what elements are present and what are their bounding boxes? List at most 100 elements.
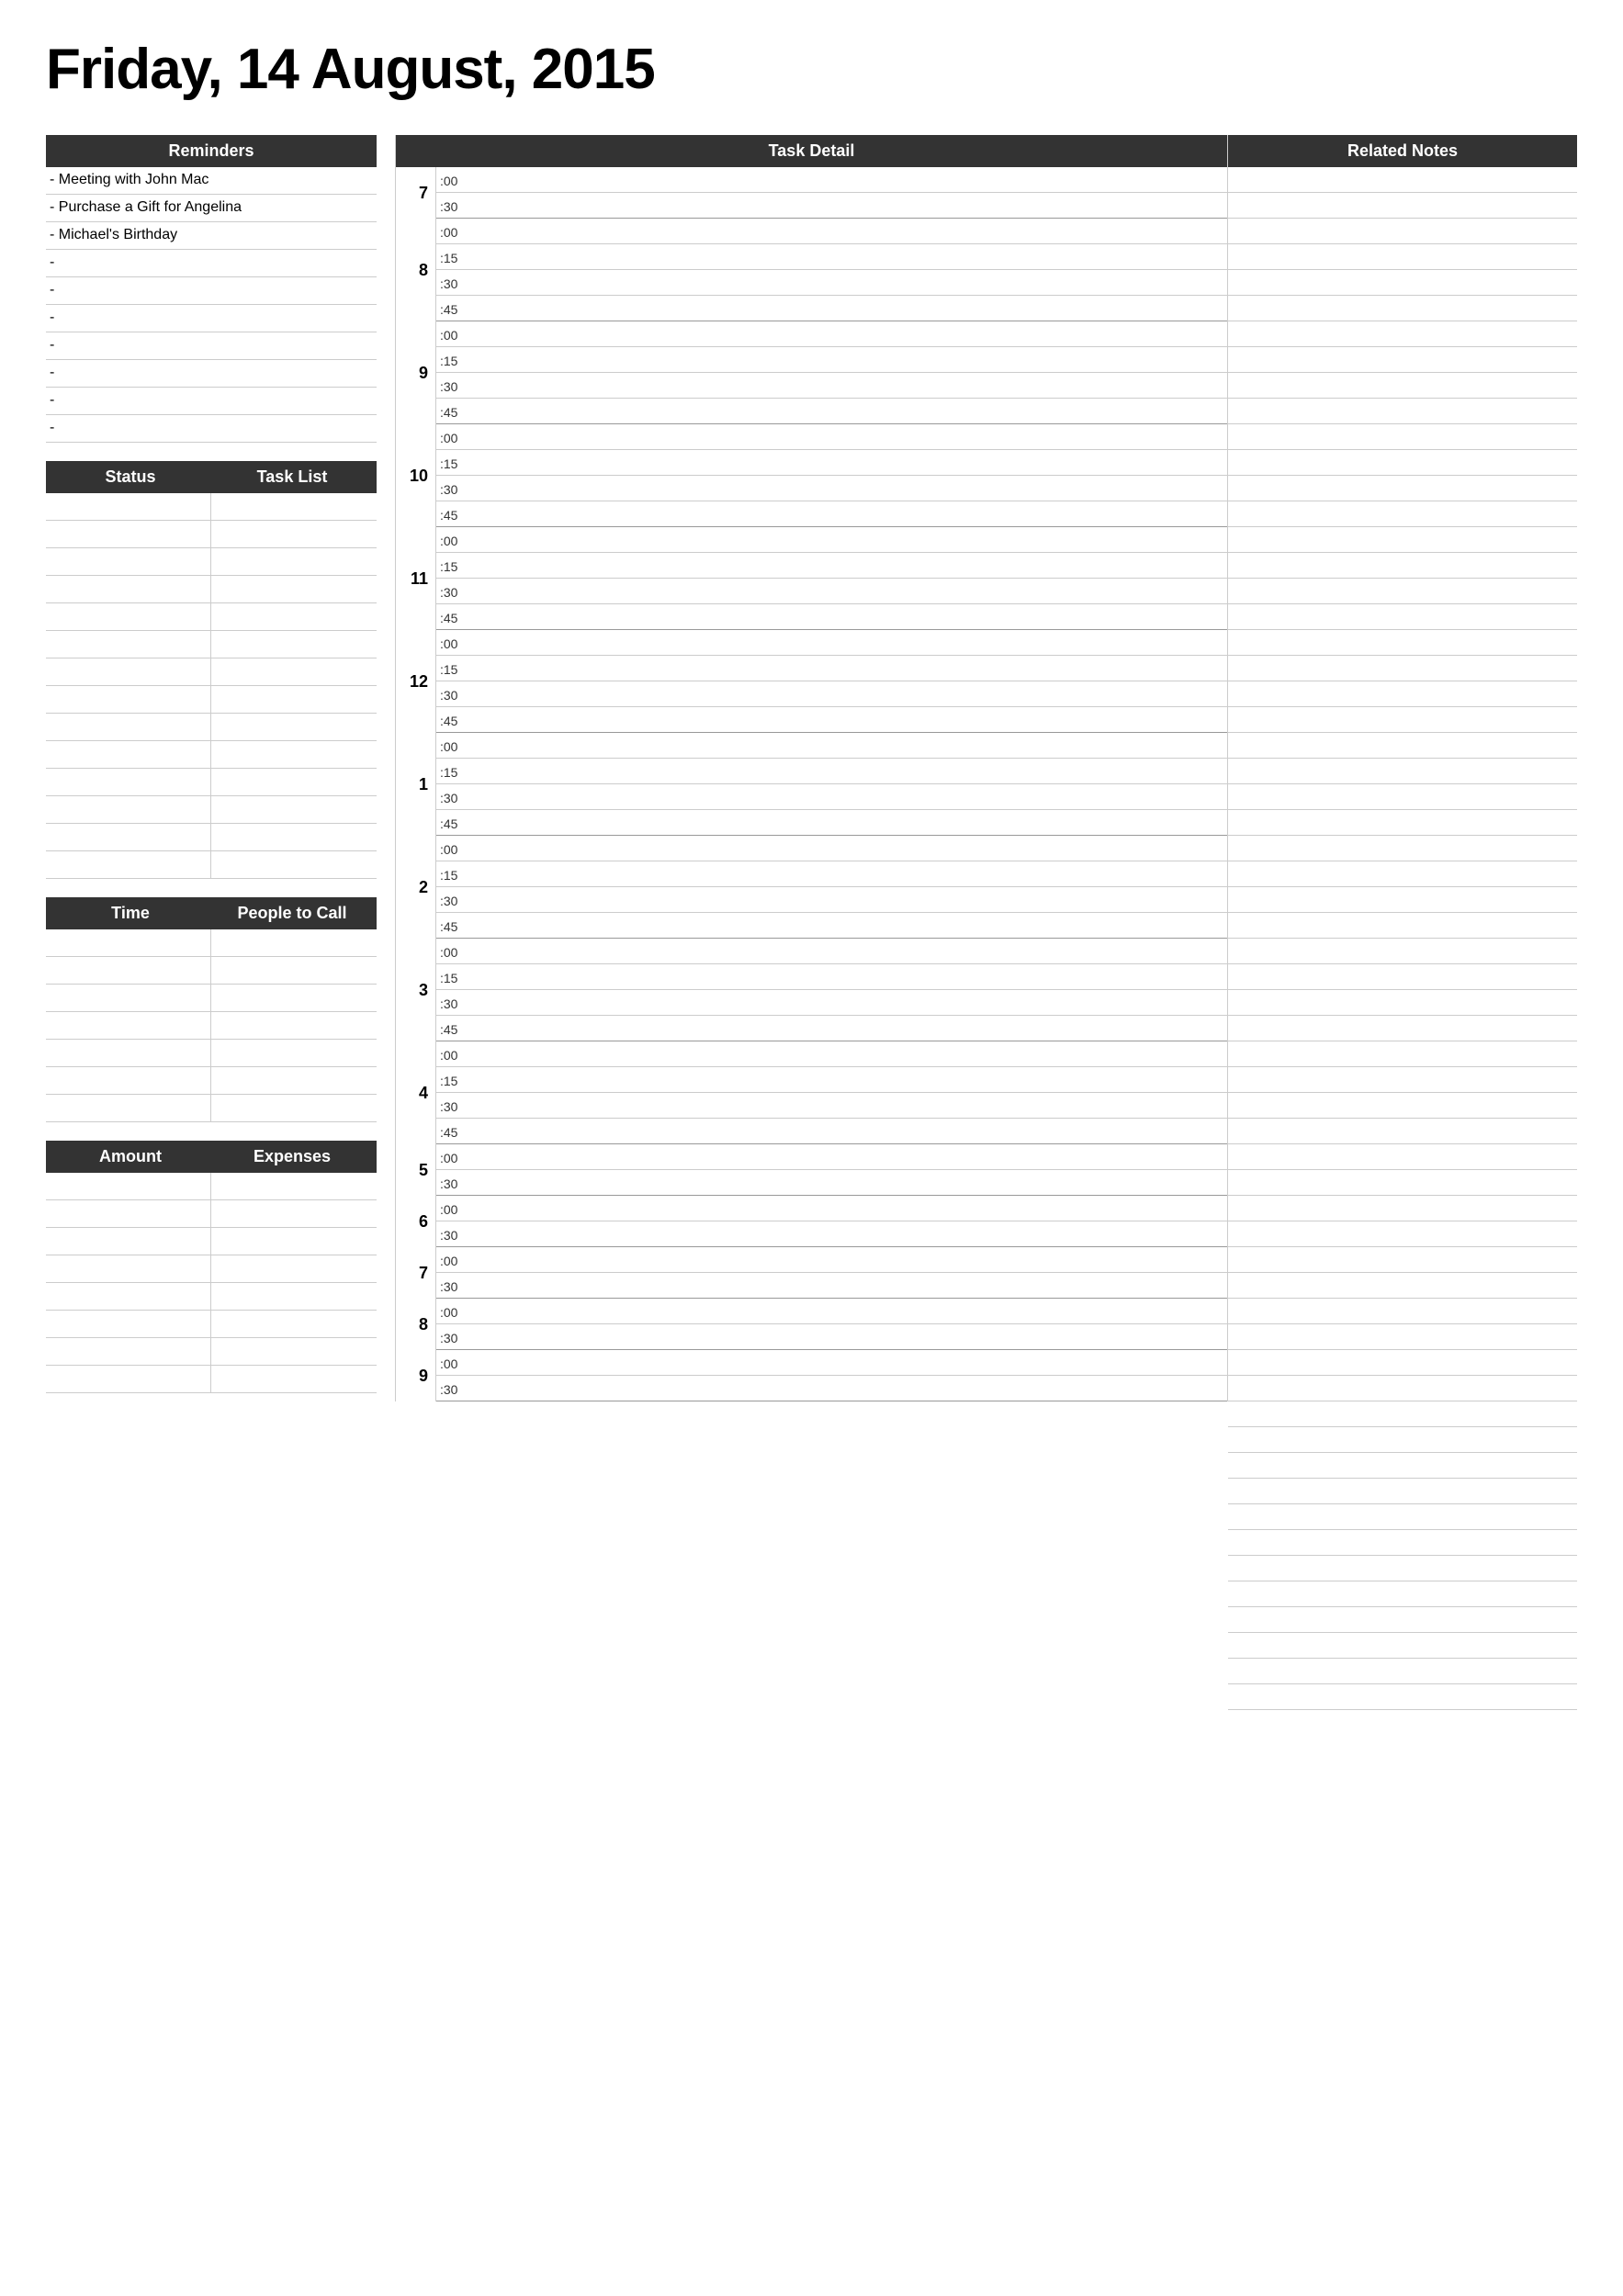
slot-content[interactable] <box>469 666 1227 671</box>
call-row[interactable] <box>46 1012 377 1040</box>
task-row[interactable] <box>46 658 377 686</box>
slot-content[interactable] <box>469 974 1227 980</box>
slot-content[interactable] <box>469 692 1227 697</box>
reminder-row[interactable]: - <box>46 415 377 443</box>
task-row[interactable] <box>46 686 377 714</box>
time-slot[interactable]: :45 <box>436 810 1227 836</box>
reminder-row[interactable]: - <box>46 332 377 360</box>
related-note-row[interactable] <box>1228 1633 1577 1659</box>
related-note-row[interactable] <box>1228 939 1577 964</box>
slot-content[interactable] <box>469 794 1227 800</box>
task-row[interactable] <box>46 493 377 521</box>
slot-content[interactable] <box>469 1154 1227 1160</box>
reminder-row[interactable]: - <box>46 305 377 332</box>
slot-content[interactable] <box>469 640 1227 646</box>
related-note-row[interactable] <box>1228 604 1577 630</box>
slot-content[interactable] <box>469 1360 1227 1366</box>
time-slot[interactable]: :00 <box>436 1041 1227 1067</box>
related-note-row[interactable] <box>1228 630 1577 656</box>
slot-content[interactable] <box>469 1232 1227 1237</box>
call-row[interactable] <box>46 929 377 957</box>
related-note-row[interactable] <box>1228 861 1577 887</box>
call-row[interactable] <box>46 957 377 985</box>
related-note-row[interactable] <box>1228 759 1577 784</box>
related-note-row[interactable] <box>1228 270 1577 296</box>
time-slot[interactable]: :00 <box>436 167 1227 193</box>
call-row[interactable] <box>46 1067 377 1095</box>
slot-content[interactable] <box>469 306 1227 311</box>
related-note-row[interactable] <box>1228 1427 1577 1453</box>
slot-content[interactable] <box>469 1257 1227 1263</box>
slot-content[interactable] <box>469 743 1227 748</box>
time-slot[interactable]: :15 <box>436 553 1227 579</box>
related-note-row[interactable] <box>1228 1273 1577 1299</box>
related-note-row[interactable] <box>1228 1016 1577 1041</box>
related-note-row[interactable] <box>1228 1581 1577 1607</box>
time-slot[interactable]: :45 <box>436 1119 1227 1144</box>
slot-content[interactable] <box>469 1334 1227 1340</box>
expense-row[interactable] <box>46 1200 377 1228</box>
slot-content[interactable] <box>469 460 1227 466</box>
slot-content[interactable] <box>469 177 1227 183</box>
related-note-row[interactable] <box>1228 1324 1577 1350</box>
task-row[interactable] <box>46 576 377 603</box>
reminder-row[interactable]: - <box>46 250 377 277</box>
related-note-row[interactable] <box>1228 1093 1577 1119</box>
related-note-row[interactable] <box>1228 167 1577 193</box>
related-note-row[interactable] <box>1228 424 1577 450</box>
slot-content[interactable] <box>469 1026 1227 1031</box>
slot-content[interactable] <box>469 1386 1227 1391</box>
related-note-row[interactable] <box>1228 1659 1577 1684</box>
reminder-row[interactable]: - <box>46 388 377 415</box>
call-row[interactable] <box>46 985 377 1012</box>
task-row[interactable] <box>46 851 377 879</box>
time-slot[interactable]: :45 <box>436 501 1227 527</box>
related-note-row[interactable] <box>1228 990 1577 1016</box>
task-row[interactable] <box>46 521 377 548</box>
related-note-row[interactable] <box>1228 193 1577 219</box>
time-slot[interactable]: :45 <box>436 1016 1227 1041</box>
slot-content[interactable] <box>469 254 1227 260</box>
related-note-row[interactable] <box>1228 913 1577 939</box>
time-slot[interactable]: :00 <box>436 1247 1227 1273</box>
time-slot[interactable]: :30 <box>436 681 1227 707</box>
related-note-row[interactable] <box>1228 1144 1577 1170</box>
slot-content[interactable] <box>469 512 1227 517</box>
related-note-row[interactable] <box>1228 887 1577 913</box>
time-slot[interactable]: :45 <box>436 296 1227 321</box>
slot-content[interactable] <box>469 537 1227 543</box>
task-row[interactable] <box>46 631 377 658</box>
expense-row[interactable] <box>46 1366 377 1393</box>
task-row[interactable] <box>46 824 377 851</box>
slot-content[interactable] <box>469 949 1227 954</box>
time-slot[interactable]: :00 <box>436 939 1227 964</box>
time-slot[interactable]: :00 <box>436 836 1227 861</box>
slot-content[interactable] <box>469 1052 1227 1057</box>
slot-content[interactable] <box>469 1000 1227 1006</box>
call-row[interactable] <box>46 1095 377 1122</box>
time-slot[interactable]: :30 <box>436 1376 1227 1401</box>
time-slot[interactable]: :00 <box>436 630 1227 656</box>
expense-row[interactable] <box>46 1283 377 1311</box>
time-slot[interactable]: :30 <box>436 476 1227 501</box>
expense-row[interactable] <box>46 1338 377 1366</box>
time-slot[interactable]: :00 <box>436 1299 1227 1324</box>
related-note-row[interactable] <box>1228 1067 1577 1093</box>
time-slot[interactable]: :15 <box>436 861 1227 887</box>
time-slot[interactable]: :45 <box>436 913 1227 939</box>
slot-content[interactable] <box>469 923 1227 929</box>
time-slot[interactable]: :00 <box>436 219 1227 244</box>
time-slot[interactable]: :00 <box>436 321 1227 347</box>
task-row[interactable] <box>46 796 377 824</box>
related-note-row[interactable] <box>1228 373 1577 399</box>
time-slot[interactable]: :00 <box>436 733 1227 759</box>
expense-row[interactable] <box>46 1311 377 1338</box>
time-slot[interactable]: :30 <box>436 1093 1227 1119</box>
expense-row[interactable] <box>46 1255 377 1283</box>
related-note-row[interactable] <box>1228 244 1577 270</box>
related-note-row[interactable] <box>1228 964 1577 990</box>
slot-content[interactable] <box>469 769 1227 774</box>
slot-content[interactable] <box>469 280 1227 286</box>
slot-content[interactable] <box>469 383 1227 388</box>
related-note-row[interactable] <box>1228 1119 1577 1144</box>
